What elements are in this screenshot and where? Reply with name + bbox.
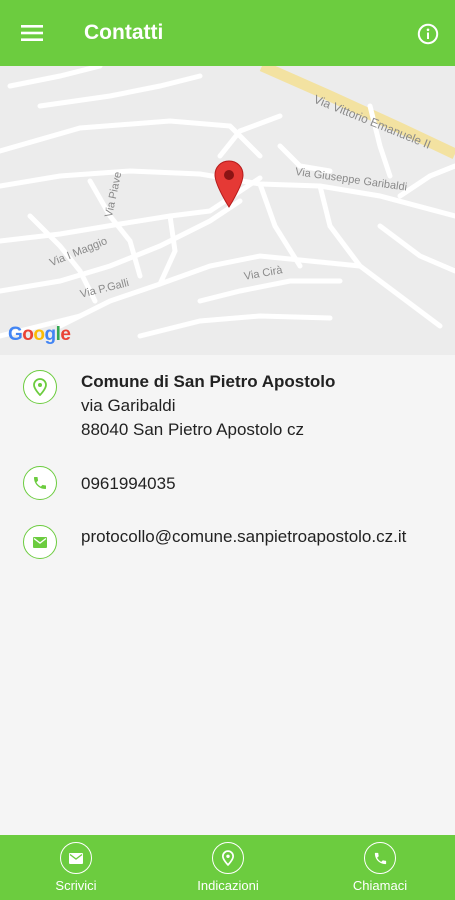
contact-address: Comune di San Pietro Apostolo via Gariba… [81,370,335,442]
contact-name: Comune di San Pietro Apostolo [81,372,336,391]
directions-button[interactable]: Indicazioni [183,835,273,900]
bottom-nav: Scrivici Indicazioni Chiamaci [0,835,455,900]
map-pin-icon [214,160,244,208]
directions-icon-circle [212,842,244,874]
call-label: Chiamaci [352,878,408,893]
mail-icon [33,536,47,548]
map-pin-marker[interactable] [214,160,244,208]
phone-icon [374,852,386,864]
address-icon-circle [23,370,57,404]
write-button[interactable]: Scrivici [40,835,112,900]
call-button[interactable]: Chiamaci [343,835,417,900]
call-icon-circle [364,842,396,874]
google-attribution[interactable]: Google [8,324,71,346]
mail-icon [69,852,83,864]
email-icon-circle [23,525,57,559]
address-line-1: via Garibaldi [81,396,176,415]
app-bar: Contatti [0,0,455,66]
info-icon [417,23,439,45]
info-button[interactable] [412,18,444,50]
phone-icon [34,477,46,489]
contact-email[interactable]: protocollo@comune.sanpietroapostolo.cz.i… [81,525,431,549]
directions-label: Indicazioni [197,878,259,893]
menu-button[interactable] [14,17,50,49]
contact-phone[interactable]: 0961994035 [81,472,176,496]
map-view[interactable]: Via Vittorio Emanuele II Via Giuseppe Ga… [0,66,455,355]
location-pin-icon [33,378,47,396]
address-line-2: 88040 San Pietro Apostolo cz [81,420,305,439]
hamburger-menu-icon [21,25,43,41]
write-icon-circle [60,842,92,874]
phone-icon-circle [23,466,57,500]
location-pin-icon [222,850,234,866]
write-label: Scrivici [55,878,97,893]
page-title: Contatti [84,21,164,44]
